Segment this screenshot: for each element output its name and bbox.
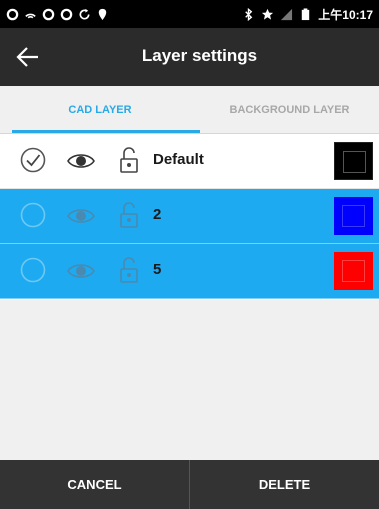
tab-background-layer[interactable]: BACKGROUND LAYER: [200, 86, 379, 134]
unlock-icon[interactable]: [118, 201, 140, 229]
status-time: 上午10:17: [318, 7, 373, 22]
page-title: Layer settings: [141, 46, 258, 65]
notification-icon: [60, 8, 73, 20]
cancel-button[interactable]: CANCEL: [0, 460, 189, 509]
signal-icon: [281, 8, 293, 20]
status-right-icons: 上午10:17: [242, 6, 373, 23]
layer-row[interactable]: 5: [0, 244, 379, 299]
eye-icon[interactable]: [66, 205, 96, 227]
layer-color-inner: [342, 205, 365, 227]
sync-icon: [79, 8, 90, 20]
layer-name: 2: [153, 206, 162, 223]
unchecked-circle-icon[interactable]: [20, 257, 46, 283]
bluetooth-icon: [245, 7, 253, 21]
tab-cad-layer[interactable]: CAD LAYER: [0, 86, 200, 134]
notification-icon: [6, 8, 19, 20]
layer-row[interactable]: Default: [0, 134, 379, 189]
status-bar: 上午10:17: [0, 0, 379, 28]
layer-tabs: CAD LAYER BACKGROUND LAYER: [0, 86, 379, 134]
notification-icon: [42, 8, 55, 20]
unlock-icon[interactable]: [118, 146, 140, 174]
layer-color-inner: [342, 260, 365, 282]
bottom-action-bar: CANCEL DELETE: [0, 460, 379, 509]
status-left-icons: [6, 8, 109, 21]
empty-list-area: [0, 300, 379, 460]
wifi-icon: [25, 13, 36, 18]
layer-list: Default 2 5: [0, 134, 379, 299]
location-icon: [98, 8, 107, 20]
layer-name: Default: [153, 151, 204, 168]
layer-color-inner: [343, 151, 366, 173]
checked-circle-icon[interactable]: [20, 147, 46, 173]
layer-color-swatch[interactable]: [334, 142, 373, 180]
layer-name: 5: [153, 261, 162, 278]
active-tab-indicator: [12, 130, 200, 133]
eye-icon[interactable]: [66, 260, 96, 282]
battery-icon: [302, 7, 310, 20]
layer-color-swatch[interactable]: [334, 197, 373, 235]
layer-row[interactable]: 2: [0, 189, 379, 244]
delete-button[interactable]: DELETE: [190, 460, 379, 509]
app-bar: Layer settings: [0, 28, 379, 86]
layer-color-swatch[interactable]: [334, 252, 373, 290]
unchecked-circle-icon[interactable]: [20, 202, 46, 228]
unlock-icon[interactable]: [118, 256, 140, 284]
eye-icon[interactable]: [66, 150, 96, 172]
star-icon: [262, 8, 274, 20]
